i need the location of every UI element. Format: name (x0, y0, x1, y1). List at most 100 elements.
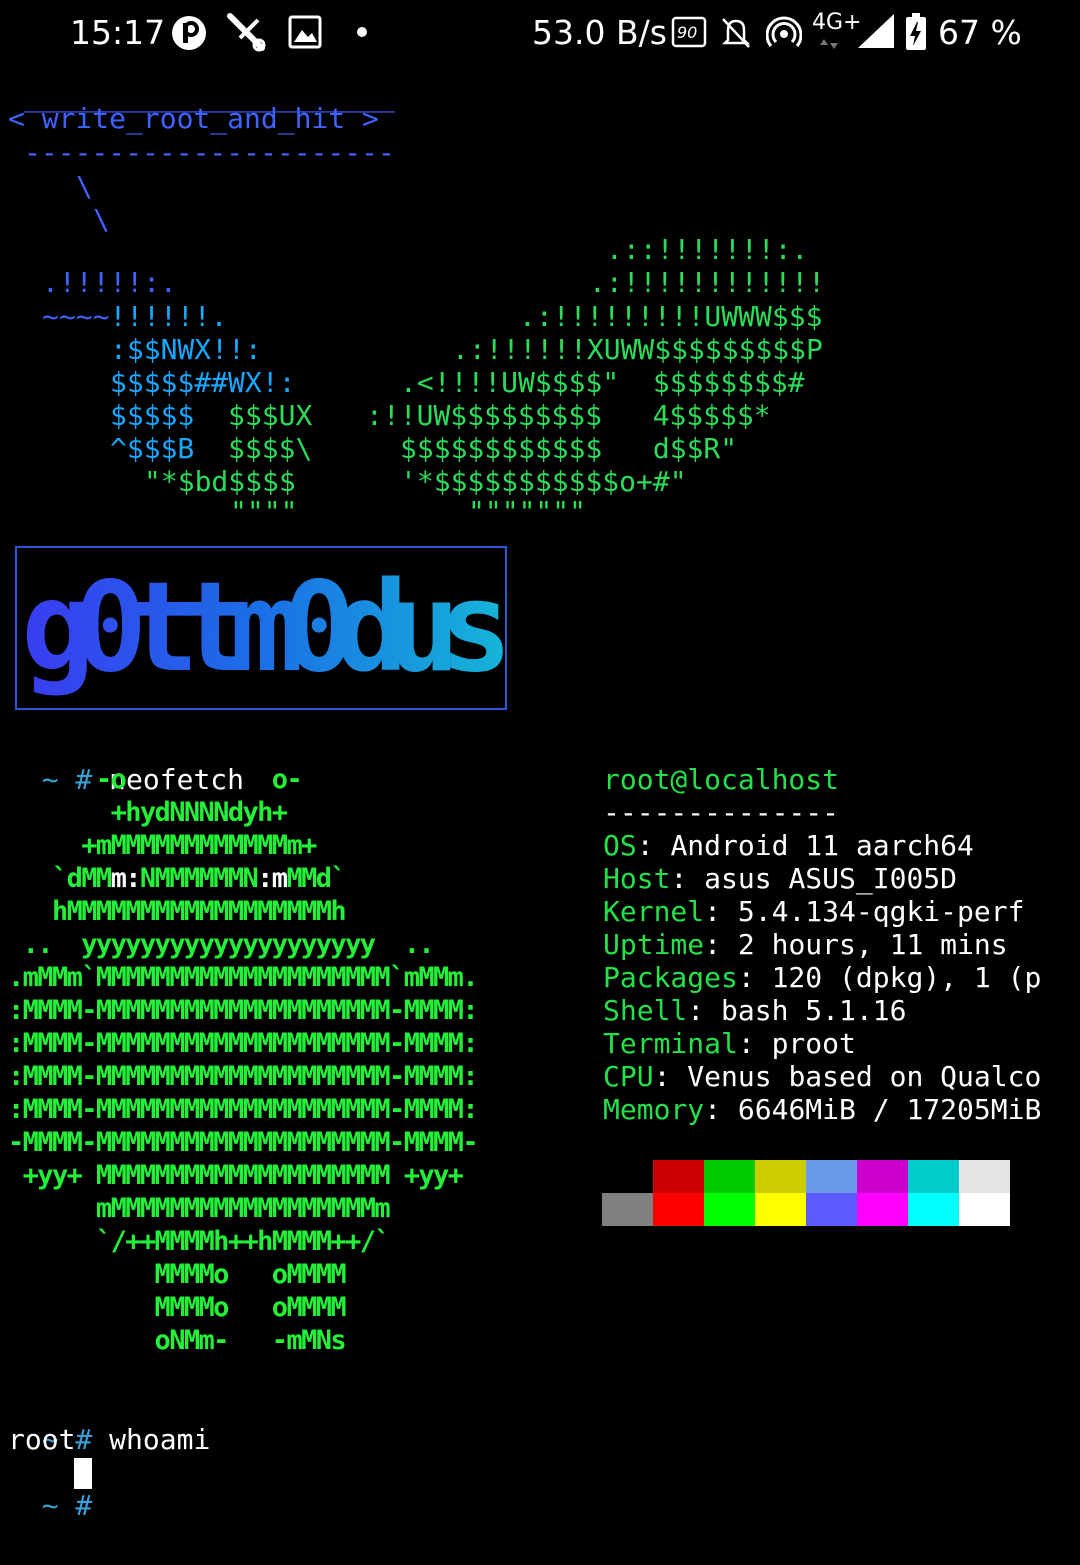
info-row: Packages: 120 (dpkg), 1 (p (603, 961, 1041, 994)
art-line: .!!!!!:. (42, 266, 177, 299)
info-value: Android 11 aarch64 (670, 829, 974, 862)
info-row: Terminal: proot (603, 1027, 856, 1060)
color-swatch (704, 1160, 755, 1193)
color-swatch (704, 1193, 755, 1226)
info-key: Kernel (603, 895, 705, 928)
battery-level: 67 % (938, 13, 1022, 52)
info-key: Uptime (603, 928, 705, 961)
status-bar: 15:17 53.0 B/s 90 4G+ 67 % (0, 0, 1080, 66)
network-type: 4G+ (812, 10, 862, 35)
art-line: """"""" (468, 495, 587, 528)
info-row: Uptime: 2 hours, 11 mins (603, 928, 1008, 961)
info-value: Venus based on Qualco (687, 1060, 1042, 1093)
info-row: Kernel: 5.4.134-qgki-perf (603, 895, 1024, 928)
logo-line: mMMMMMMMMMMMMMMMMMMm (8, 1193, 391, 1224)
art-line: .:!!!!!!XUWW$$$$$$$$$P (452, 333, 823, 366)
logo-line: +hydNNNNdyh+ (8, 797, 288, 828)
info-separator: : (737, 1027, 772, 1060)
info-separator: : (704, 928, 738, 961)
logo-line: +yy+ MMMMMMMMMMMMMMMMMMMM +yy+ (8, 1160, 464, 1191)
color-swatch (806, 1160, 857, 1193)
info-value: proot (771, 1027, 856, 1060)
info-separator: : (670, 862, 705, 895)
logo-line: oNMm- -mMNs (8, 1325, 347, 1356)
art-line: :$$NWX!!: (110, 333, 262, 366)
info-separator: : (704, 895, 738, 928)
info-row: Host: asus ASUS_I005D (603, 862, 957, 895)
art-line: """" (230, 495, 298, 528)
info-separator: : (704, 1093, 738, 1126)
svg-text:90: 90 (677, 23, 697, 42)
art-line: .:!!!!!!!!!UWWW$$$ (519, 300, 823, 333)
data-arrows-icon (820, 39, 838, 49)
info-value: 120 (dpkg), 1 (p (771, 961, 1042, 994)
p-circle-icon (172, 16, 206, 50)
info-key: CPU (603, 1060, 654, 1093)
banner-box: g0ttm0dus (15, 546, 525, 710)
logo-line: MMMMo oMMMM (8, 1259, 347, 1290)
speech-tail: \ (76, 170, 93, 203)
user-host: root@localhost (603, 763, 840, 796)
info-row: Shell: bash 5.1.16 (603, 994, 906, 1027)
color-swatch (602, 1193, 653, 1226)
hz-icon: 90 (671, 16, 707, 48)
info-row: CPU: Venus based on Qualco (603, 1060, 1041, 1093)
logo-line: +mMMMMMMMMMMMMm+ (8, 830, 317, 861)
color-swatch (959, 1160, 1010, 1193)
color-swatch (755, 1193, 806, 1226)
color-swatch (857, 1193, 908, 1226)
logo-line: :MMMM-MMMMMMMMMMMMMMMMMMMM-MMMM: (8, 1061, 479, 1092)
art-line: ~~~~!!!!!!. (42, 300, 228, 333)
info-separator: : (653, 1060, 688, 1093)
status-time: 15:17 (70, 13, 166, 52)
info-key: Terminal (603, 1027, 738, 1060)
logo-line: `/++MMMMh++hMMMM++/` (8, 1226, 391, 1257)
logo-line: -MMMM-MMMMMMMMMMMMMMMMMMMM-MMMM- (8, 1127, 479, 1158)
speech-tail: \ (93, 203, 110, 236)
info-key: Packages (603, 961, 738, 994)
info-separator: : (636, 829, 671, 862)
art-line: .<!!!!UW$$$$" $$$$$$$$# (400, 366, 805, 399)
info-separator: : (687, 994, 722, 1027)
dot-icon (357, 27, 367, 37)
info-value: 5.4.134-qgki-perf (737, 895, 1025, 928)
speech-bottom-rule: ---------------------- (24, 136, 395, 169)
art-line: :!!UW$$$$$$$$$ 4$$$$$* (366, 399, 771, 432)
net-speed: 53.0 B/s (532, 13, 667, 52)
info-row: Memory: 6646MiB / 17205MiB (603, 1093, 1041, 1126)
color-swatch (755, 1160, 806, 1193)
logo-line: .mMMm`MMMMMMMMMMMMMMMMMMMM`mMMm. (8, 962, 479, 993)
terminal-cursor[interactable] (74, 1458, 92, 1489)
info-value: asus ASUS_I005D (704, 862, 958, 895)
art-line: $$$$$##WX!: (110, 366, 296, 399)
info-key: Shell (603, 994, 688, 1027)
info-key: Host (603, 862, 671, 895)
art-line: "*$bd$$$$ (144, 465, 296, 498)
command-output: root (8, 1423, 76, 1456)
info-key: Memory (603, 1093, 705, 1126)
color-swatch (908, 1193, 959, 1226)
color-swatch (857, 1160, 908, 1193)
info-separator: : (737, 961, 772, 994)
banner-logo: g0ttm0dus (21, 556, 525, 700)
art-line: '*$$$$$$$$$$$o+#" (400, 465, 687, 498)
color-swatch (653, 1160, 704, 1193)
logo-line: :MMMM-MMMMMMMMMMMMMMMMMMMM-MMMM: (8, 995, 479, 1026)
color-swatch (602, 1160, 653, 1193)
speech-text: < write_root_and_hit > (8, 102, 379, 135)
signal-icon (858, 14, 894, 48)
user-host-underline: -------------- (603, 796, 840, 829)
battery-charging-icon (906, 13, 926, 50)
info-value: 2 hours, 11 mins (737, 928, 1008, 961)
color-swatch (959, 1193, 1010, 1226)
info-value: 6646MiB / 17205MiB (737, 1093, 1042, 1126)
bell-off-icon (721, 18, 751, 48)
art-line: $$$$$$$$$$$$ d$$R" (400, 432, 738, 465)
logo-line: `dMMm:NMMMMMMN:mMMd` (8, 863, 347, 894)
hotspot-icon (766, 16, 802, 47)
logo-line: hMMMMMMMMMMMMMMMMMMh (8, 896, 347, 927)
info-key: OS (603, 829, 637, 862)
tools-icon (227, 13, 266, 52)
info-value: bash 5.1.16 (721, 994, 907, 1027)
info-row: OS: Android 11 aarch64 (603, 829, 974, 862)
